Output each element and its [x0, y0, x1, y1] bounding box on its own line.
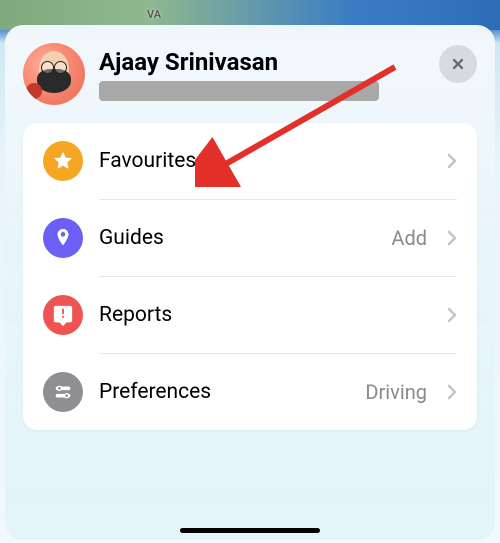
menu-item-guides[interactable]: Guides Add	[43, 200, 457, 276]
avatar-glasses	[41, 61, 67, 71]
settings-sheet: Ajaay Srinivasan Favourites Guides Add	[5, 25, 495, 540]
menu-card: Favourites Guides Add Reports Prefe	[23, 123, 477, 430]
menu-aux-text: Add	[391, 226, 427, 250]
avatar-hand	[26, 83, 42, 99]
chevron-right-icon	[447, 384, 457, 400]
chevron-right-icon	[447, 230, 457, 246]
menu-label: Reports	[99, 303, 431, 327]
exclaim-icon	[43, 295, 83, 335]
profile-info: Ajaay Srinivasan	[99, 48, 425, 101]
profile-header: Ajaay Srinivasan	[23, 43, 477, 105]
menu-label: Guides	[99, 226, 375, 250]
sliders-icon	[43, 372, 83, 412]
close-icon	[450, 56, 466, 72]
avatar-beard	[37, 69, 71, 93]
profile-subtitle-redacted	[99, 81, 379, 101]
star-icon	[43, 141, 83, 181]
chevron-right-icon	[447, 153, 457, 169]
home-indicator[interactable]	[180, 528, 320, 533]
menu-item-preferences[interactable]: Preferences Driving	[43, 354, 457, 430]
menu-aux-text: Driving	[365, 380, 427, 404]
menu-item-favourites[interactable]: Favourites	[43, 123, 457, 199]
menu-label: Favourites	[99, 149, 431, 173]
profile-name: Ajaay Srinivasan	[99, 48, 425, 76]
avatar[interactable]	[23, 43, 85, 105]
map-region-label: VA	[147, 8, 161, 21]
pin-icon	[43, 218, 83, 258]
chevron-right-icon	[447, 307, 457, 323]
menu-item-reports[interactable]: Reports	[43, 277, 457, 353]
menu-label: Preferences	[99, 380, 349, 404]
close-button[interactable]	[439, 45, 477, 83]
